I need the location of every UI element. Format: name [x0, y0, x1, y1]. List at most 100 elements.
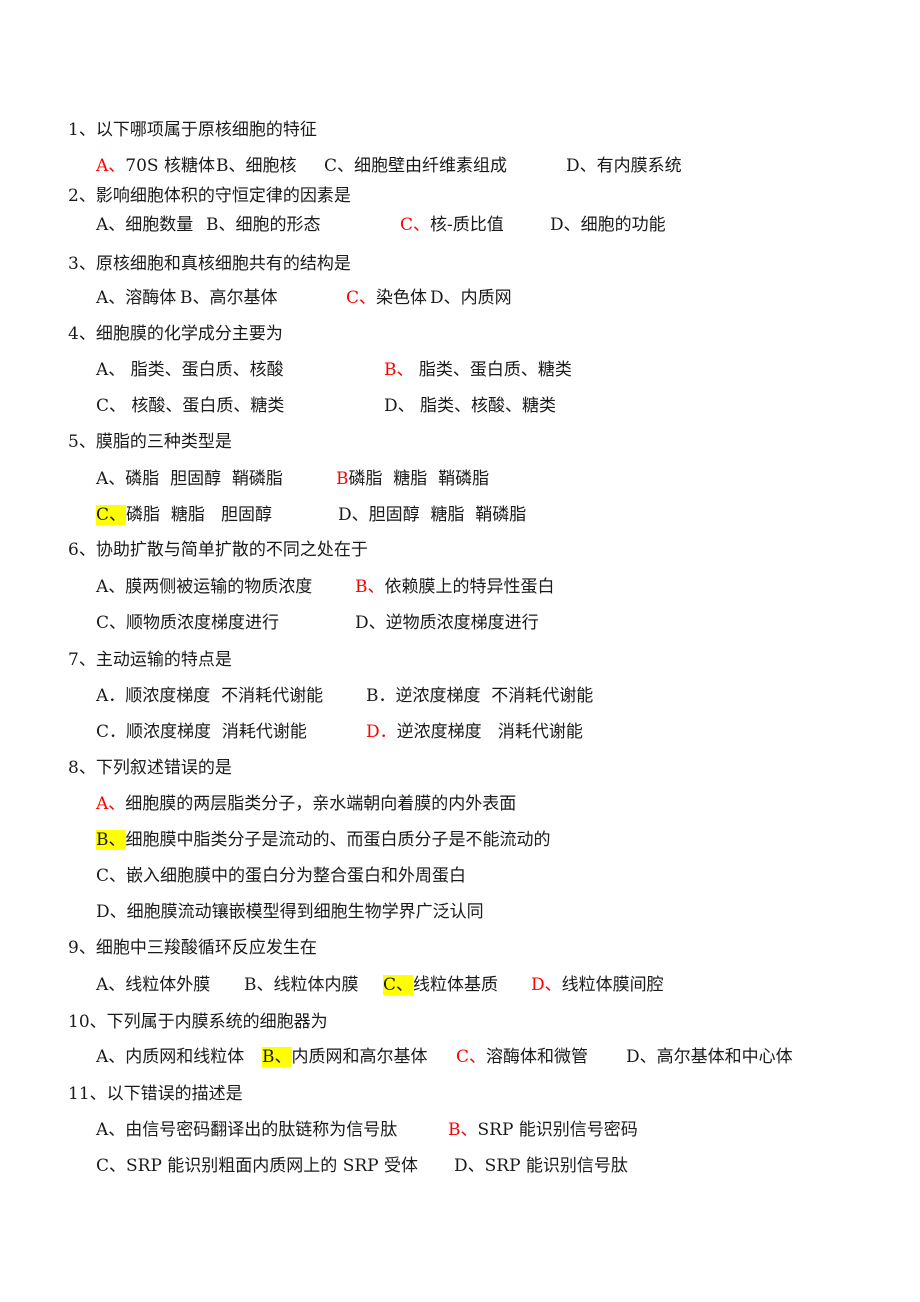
option-label: C、 [456, 1047, 487, 1067]
option-text: 细胞核 [245, 156, 297, 176]
option-label: D、 [430, 288, 461, 308]
option-label: C、 [383, 975, 414, 995]
option-text: 内质网和高尔基体 [291, 1047, 428, 1067]
option-text: 胆固醇 糖脂 鞘磷脂 [368, 505, 527, 525]
option-row: A．顺浓度梯度 不消耗代谢能 B．逆浓度梯度 不消耗代谢能 [0, 684, 920, 708]
option-label: D、 [566, 156, 597, 176]
option-text: 磷脂 胆固醇 鞘磷脂 [125, 469, 283, 489]
option-label: B、 [262, 1047, 292, 1067]
option-label: D、 [626, 1047, 657, 1067]
option-row: A、内质网和线粒体 B、内质网和高尔基体 C、溶酶体和微管 D、高尔基体和中心体 [0, 1045, 920, 1069]
option-text: SRP 能识别信号肽 [484, 1156, 628, 1176]
option-row: C．顺浓度梯度 消耗代谢能 D．逆浓度梯度 消耗代谢能 [0, 720, 920, 744]
option-text: 顺浓度梯度 消耗代谢能 [126, 722, 307, 742]
answer-option: C、细胞壁由纤维素组成 [324, 154, 507, 178]
answer-option: A、 脂类、蛋白质、核酸 [96, 358, 284, 382]
option-text: 线粒体内膜 [273, 975, 359, 995]
option-label: D、 [384, 396, 415, 416]
option-label: B、 [180, 288, 210, 308]
question-title: 1、以下哪项属于原核细胞的特征 [68, 120, 317, 140]
option-text: 线粒体外膜 [125, 975, 211, 995]
option-text: 由信号密码翻译出的肽链称为信号肽 [125, 1120, 398, 1140]
answer-option: D、SRP 能识别信号肽 [454, 1154, 628, 1178]
option-text: 细胞的形态 [235, 215, 321, 235]
option-text: SRP 能识别粗面内质网上的 SRP 受体 [126, 1156, 418, 1176]
answer-option: D、有内膜系统 [566, 154, 682, 178]
option-text: 逆物质浓度梯度进行 [385, 613, 539, 633]
answer-option: D、 脂类、核酸、糖类 [384, 394, 556, 418]
option-label: D、 [454, 1156, 485, 1176]
answer-option: C、顺物质浓度梯度进行 [96, 611, 279, 635]
question-title: 4、细胞膜的化学成分主要为 [68, 324, 283, 344]
option-row: C、 核酸、蛋白质、糖类 D、 脂类、核酸、糖类 [0, 394, 920, 418]
option-label: B． [366, 686, 396, 706]
option-label: D、 [96, 902, 127, 922]
option-text: 细胞数量 [125, 215, 194, 235]
option-text: 顺物质浓度梯度进行 [126, 613, 280, 633]
option-label: D、 [355, 613, 386, 633]
option-text: 溶酶体和微管 [486, 1047, 589, 1067]
option-text: 核酸、蛋白质、糖类 [126, 396, 285, 416]
option-label: B、 [384, 360, 414, 380]
option-label: A、 [96, 288, 126, 308]
option-label: C、 [96, 866, 127, 886]
option-text: 依赖膜上的特异性蛋白 [384, 577, 555, 597]
answer-option: B、细胞核 [216, 154, 297, 178]
answer-option: A．顺浓度梯度 不消耗代谢能 [96, 684, 323, 708]
option-label: A、 [96, 215, 126, 235]
option-label: C、 [400, 215, 431, 235]
option-label: A、 [96, 794, 126, 814]
option-text: 细胞壁由纤维素组成 [354, 156, 508, 176]
question-title: 6、协助扩散与简单扩散的不同之处在于 [68, 540, 368, 560]
option-label: B、 [355, 577, 385, 597]
option-text: 细胞的功能 [580, 215, 666, 235]
option-row: C、顺物质浓度梯度进行 D、逆物质浓度梯度进行 [0, 611, 920, 635]
option-text: 细胞膜流动镶嵌模型得到细胞生物学界广泛认同 [126, 902, 484, 922]
option-text: 线粒体膜间腔 [561, 975, 664, 995]
option-text: 嵌入细胞膜中的蛋白分为整合蛋白和外周蛋白 [126, 866, 467, 886]
option-text: 70S 核糖体 [125, 156, 215, 176]
option-row: A、细胞数量 B、细胞的形态 C、核-质比值 D、细胞的功能 [0, 213, 920, 237]
answer-option: B、SRP 能识别信号密码 [448, 1118, 638, 1142]
answer-option: B磷脂 糖脂 鞘磷脂 [336, 467, 489, 491]
option-row: A、磷脂 胆固醇 鞘磷脂 B磷脂 糖脂 鞘磷脂 [0, 467, 920, 491]
option-text: 细胞膜的两层脂类分子，亲水端朝向着膜的内外表面 [125, 794, 517, 814]
option-label: B、 [244, 975, 274, 995]
option-label: A． [96, 686, 126, 706]
answer-option: C、线粒体基质 [383, 973, 498, 997]
question-title: 7、主动运输的特点是 [68, 650, 232, 670]
answer-option: B、细胞膜中脂类分子是流动的、而蛋白质分子是不能流动的 [96, 828, 551, 852]
option-text: 有内膜系统 [596, 156, 682, 176]
answer-option: B、内质网和高尔基体 [262, 1045, 428, 1069]
option-text: 溶酶体 [125, 288, 177, 308]
option-text: 逆浓度梯度 消耗代谢能 [396, 722, 583, 742]
answer-option: C、SRP 能识别粗面内质网上的 SRP 受体 [96, 1154, 418, 1178]
option-label: D、 [338, 505, 369, 525]
option-label: A、 [96, 1120, 126, 1140]
answer-option: C、染色体 [346, 286, 427, 310]
option-label: A、 [96, 469, 126, 489]
option-label: A、 [96, 577, 126, 597]
question-title: 9、细胞中三羧酸循环反应发生在 [68, 938, 317, 958]
option-text: 染色体 [376, 288, 428, 308]
answer-option: D、逆物质浓度梯度进行 [355, 611, 539, 635]
option-label: C、 [324, 156, 355, 176]
option-label: B、 [96, 830, 126, 850]
answer-option: D、胆固醇 糖脂 鞘磷脂 [338, 503, 526, 527]
option-row: A、溶酶体 B、高尔基体 C、染色体 D、内质网 [0, 286, 920, 310]
answer-option: A、溶酶体 [96, 286, 176, 310]
option-label: C、 [96, 396, 127, 416]
option-label: D、 [531, 975, 562, 995]
option-text: 磷脂 糖脂 鞘磷脂 [348, 469, 490, 489]
answer-option: A、由信号密码翻译出的肽链称为信号肽 [96, 1118, 397, 1142]
answer-option: C．顺浓度梯度 消耗代谢能 [96, 720, 307, 744]
answer-option: D、内质网 [430, 286, 512, 310]
question-title: 8、下列叙述错误的是 [68, 758, 232, 778]
option-label: C、 [96, 1156, 127, 1176]
option-row: A、由信号密码翻译出的肽链称为信号肽 B、SRP 能识别信号密码 [0, 1118, 920, 1142]
option-label: A、 [96, 1047, 126, 1067]
question-title: 3、原核细胞和真核细胞共有的结构是 [68, 254, 351, 274]
answer-option: A、内质网和线粒体 [96, 1045, 244, 1069]
answer-option: A、细胞膜的两层脂类分子，亲水端朝向着膜的内外表面 [96, 792, 516, 816]
answer-option: B、细胞的形态 [206, 213, 321, 237]
